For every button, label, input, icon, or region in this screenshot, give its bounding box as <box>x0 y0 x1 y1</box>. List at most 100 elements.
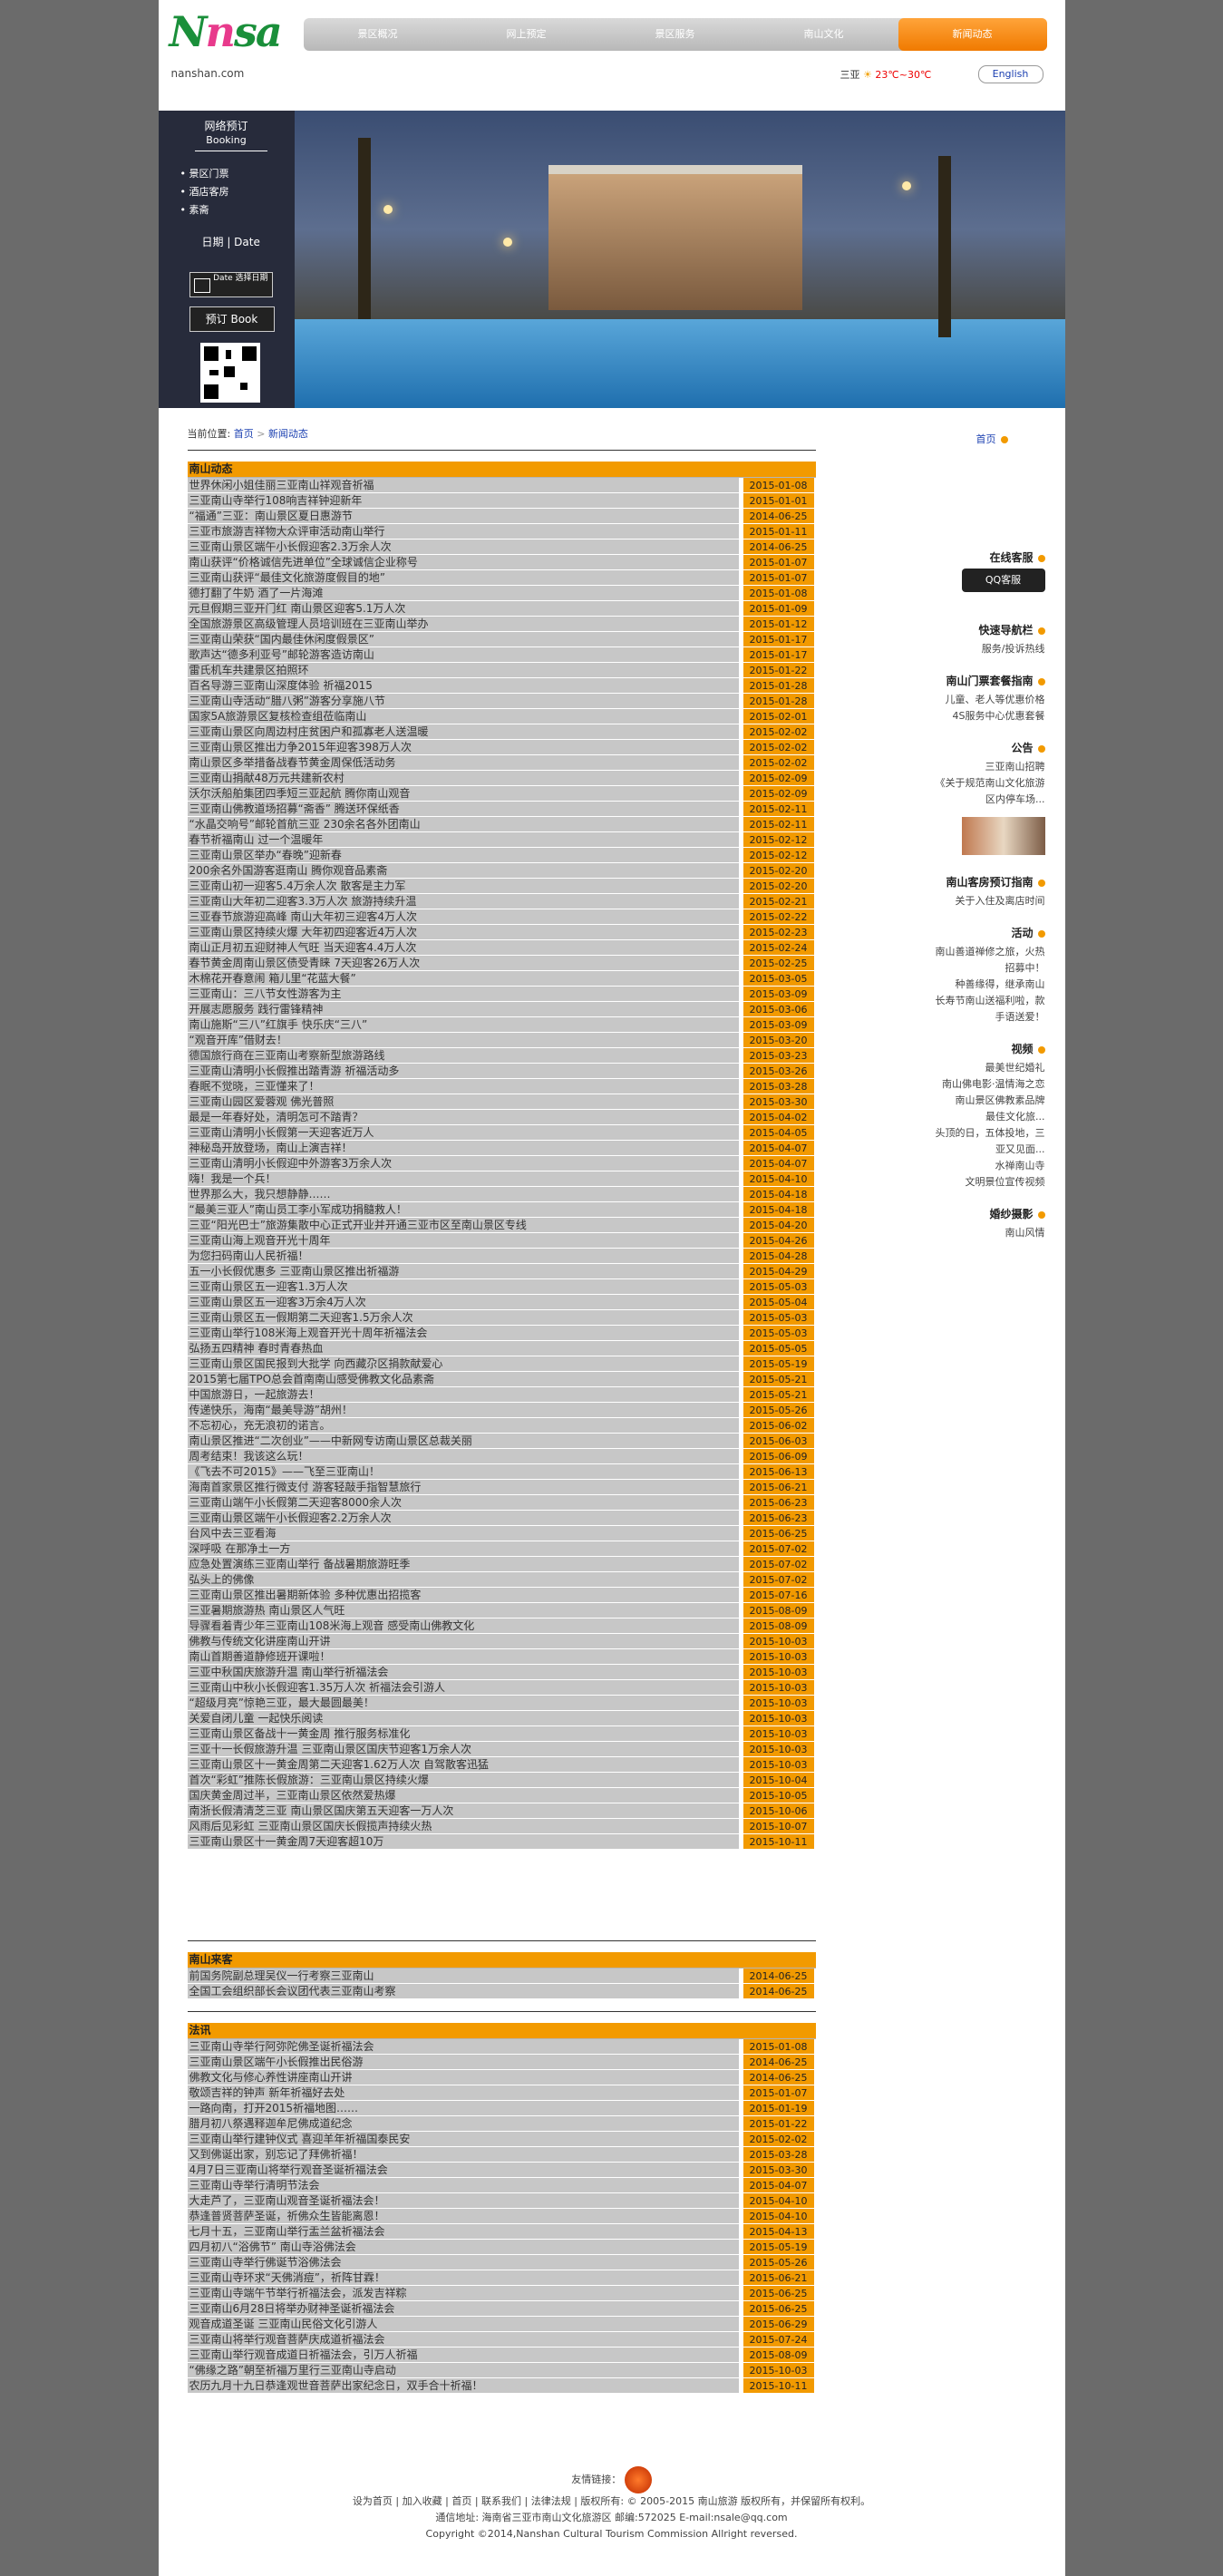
list-item[interactable]: 三亚南山景区五一迎客3万余4万人次 2015-05-04 <box>187 1295 816 1310</box>
item-title[interactable]: 三亚南山获评“最佳文化旅游度假目的地” <box>187 570 739 586</box>
list-item[interactable]: 三亚南山景区持续火爆 大年初四迎客近4万人次 2015-02-23 <box>187 925 816 940</box>
side-link[interactable]: 《关于规范南山文化旅游 <box>848 775 1045 792</box>
list-item[interactable]: 德国旅行商在三亚南山考察新型旅游路线 2015-03-23 <box>187 1048 816 1064</box>
list-item[interactable]: 百名导游三亚南山深度体验 祈福2015 2015-01-28 <box>187 678 816 694</box>
side-link[interactable]: 三亚南山招聘 <box>848 759 1045 775</box>
list-item[interactable]: 台风中去三亚看海 2015-06-25 <box>187 1526 816 1541</box>
list-item[interactable]: 佛教与传统文化讲座南山开讲 2015-10-03 <box>187 1634 816 1649</box>
list-item[interactable]: 南山施斯“三八”红旗手 快乐庆“三八” 2015-03-09 <box>187 1017 816 1033</box>
list-item[interactable]: 三亚南山清明小长假推出踏青游 祈福活动多 2015-03-26 <box>187 1064 816 1079</box>
item-title[interactable]: 五一小长假优惠多 三亚南山景区推出祈福游 <box>187 1264 739 1279</box>
item-title[interactable]: 三亚十一长假旅游升温 三亚南山景区国庆节迎客1万余人次 <box>187 1742 739 1757</box>
list-item[interactable]: 国庆黄金周过半，三亚南山景区依然爱热爆 2015-10-05 <box>187 1788 816 1803</box>
item-title[interactable]: 三亚南山景区十一黄金周第二天迎客1.62万人次 自驾散客迅猛 <box>187 1757 739 1773</box>
item-title[interactable]: 南山景区推进“二次创业”——中新网专访南山景区总裁关丽 <box>187 1434 739 1449</box>
booking-item-vegetarian[interactable]: 素斋 <box>180 201 229 219</box>
list-item[interactable]: 国家5A旅游景区复核检查组莅临南山 2015-02-01 <box>187 709 816 724</box>
item-title[interactable]: 一路向南，打开2015祈福地图…… <box>187 2101 739 2116</box>
item-title[interactable]: 三亚南山清明小长假推出踏青游 祈福活动多 <box>187 1064 739 1079</box>
item-title[interactable]: 三亚南山景区五一迎客1.3万人次 <box>187 1279 739 1295</box>
list-item[interactable]: 又到佛诞出家，别忘记了拜佛祈福！ 2015-03-28 <box>187 2147 816 2163</box>
item-title[interactable]: 导骤看着青少年三亚南山108米海上观音 感受南山佛教文化 <box>187 1619 739 1634</box>
item-title[interactable]: 三亚市旅游吉祥物大众评审活动南山举行 <box>187 524 739 540</box>
item-title[interactable]: 南山施斯“三八”红旗手 快乐庆“三八” <box>187 1017 739 1033</box>
side-link[interactable]: 种善缘得，继承南山 <box>848 977 1045 993</box>
list-item[interactable]: 三亚南山举行108米海上观音开光十周年祈福法会 2015-05-03 <box>187 1326 816 1341</box>
nav-item-service[interactable]: 景区服务 <box>601 18 750 51</box>
list-item[interactable]: 敬颂吉祥的钟声 新年祈福好去处 2015-01-07 <box>187 2085 816 2101</box>
item-title[interactable]: 佛教文化与修心养性讲座南山开讲 <box>187 2070 739 2085</box>
item-title[interactable]: 全国工会组织部长会议团代表三亚南山考察 <box>187 1984 739 1999</box>
item-title[interactable]: 木棉花开春意闹 箱儿里“花蓝大餐” <box>187 971 739 987</box>
side-link[interactable]: 服务/投诉热线 <box>848 641 1045 657</box>
item-title[interactable]: 三亚南山景区备战十一黄金周 推行服务标准化 <box>187 1726 739 1742</box>
item-title[interactable]: “水晶交响号”邮轮首航三亚 230余名各外团南山 <box>187 817 739 832</box>
list-item[interactable]: 海南首家景区推行微支付 游客轻敲手指智慧旅行 2015-06-21 <box>187 1480 816 1495</box>
breadcrumb-current[interactable]: 新闻动态 <box>268 428 308 440</box>
list-item[interactable]: 沃尔沃船舶集团四季短三亚起航 腾你南山观音 2015-02-09 <box>187 786 816 802</box>
list-item[interactable]: 三亚南山景区推出暑期新体验 多种优惠出招揽客 2015-07-16 <box>187 1588 816 1603</box>
list-item[interactable]: 开展志愿服务 践行雷锋精神 2015-03-06 <box>187 1002 816 1017</box>
list-item[interactable]: 三亚南山寺环求“天佛消痘”，祈阵甘霖！ 2015-06-21 <box>187 2270 816 2286</box>
item-title[interactable]: 国庆黄金周过半，三亚南山景区依然爱热爆 <box>187 1788 739 1803</box>
item-title[interactable]: 三亚南山景区端午小长假迎客2.3万余人次 <box>187 540 739 555</box>
item-title[interactable]: 2015第七届TPO总会首南南山感受佛教文化品素斋 <box>187 1372 739 1387</box>
item-title[interactable]: 春眠不觉晓，三亚懂来了！ <box>187 1079 739 1094</box>
side-home-link[interactable]: 首页 <box>976 432 1008 446</box>
list-item[interactable]: 春节黄金周南山景区债受青睐 7天迎客26万人次 2015-02-25 <box>187 956 816 971</box>
item-title[interactable]: 神秘岛开放登场，南山上演吉祥！ <box>187 1141 739 1156</box>
list-item[interactable]: 三亚中秋国庆旅游升温 南山举行祈福法会 2015-10-03 <box>187 1665 816 1680</box>
list-item[interactable]: 最是一年春好处，清明怎可不踏青？ 2015-04-02 <box>187 1110 816 1125</box>
item-title[interactable]: 三亚南山中秋小长假迎客1.35万人次 祈福法会引游人 <box>187 1680 739 1696</box>
list-item[interactable]: “福通”三亚：南山景区夏日惠游节 2014-06-25 <box>187 509 816 524</box>
list-item[interactable]: 三亚市旅游吉祥物大众评审活动南山举行 2015-01-11 <box>187 524 816 540</box>
item-title[interactable]: 三亚南山佛教道场招募“斋香” 腾送环保纸香 <box>187 802 739 817</box>
list-item[interactable]: 南浙长假清清芝三亚 南山景区国庆第五天迎客一万人次 2015-10-06 <box>187 1803 816 1819</box>
item-title[interactable]: 南山首期善道静修班开课啦！ <box>187 1649 739 1665</box>
list-item[interactable]: “观音开库”借财去！ 2015-03-20 <box>187 1033 816 1048</box>
qq-service-button[interactable]: QQ客服 <box>961 569 1045 592</box>
item-title[interactable]: 七月十五，三亚南山举行盂兰盆祈福法会 <box>187 2224 739 2240</box>
item-title[interactable]: “超级月亮”惊艳三亚，最大最圆最美！ <box>187 1696 739 1711</box>
item-title[interactable]: “福通”三亚：南山景区夏日惠游节 <box>187 509 739 524</box>
side-link[interactable]: 文明景位宣传视频 <box>848 1174 1045 1191</box>
item-title[interactable]: 三亚暑期旅游热 南山景区人气旺 <box>187 1603 739 1619</box>
footer-nav[interactable]: 设为首页 | 加入收藏 | 首页 | 联系我们 | 法律法规 | 版权所有: ©… <box>159 2493 1065 2510</box>
item-title[interactable]: 敬颂吉祥的钟声 新年祈福好去处 <box>187 2085 739 2101</box>
list-item[interactable]: 南山景区多举措备战春节黄金周保低活动务 2015-02-02 <box>187 755 816 771</box>
list-item[interactable]: 周考结束！我该这么玩！ 2015-06-09 <box>187 1449 816 1464</box>
list-item[interactable]: 三亚南山初一迎客5.4万余人次 散客是主力军 2015-02-20 <box>187 879 816 894</box>
list-item[interactable]: 三亚春节旅游迎高峰 南山大年初三迎客4万人次 2015-02-22 <box>187 909 816 925</box>
item-title[interactable]: 腊月初八祭遇释迦牟尼佛成道纪念 <box>187 2116 739 2132</box>
list-item[interactable]: 三亚南山将举行观音菩萨庆成道祈福法会 2015-07-24 <box>187 2332 816 2348</box>
side-link[interactable]: 手语送爱！ <box>848 1009 1045 1026</box>
list-item[interactable]: 传递快乐，海南“最美导游”胡州！ 2015-05-26 <box>187 1403 816 1418</box>
side-link[interactable]: 最美世纪婚礼 <box>848 1060 1045 1076</box>
list-item[interactable]: 三亚南山景区备战十一黄金周 推行服务标准化 2015-10-03 <box>187 1726 816 1742</box>
item-title[interactable]: 沃尔沃船舶集团四季短三亚起航 腾你南山观音 <box>187 786 739 802</box>
list-item[interactable]: 三亚南山景区五一迎客1.3万人次 2015-05-03 <box>187 1279 816 1295</box>
book-button[interactable]: 预订 Book <box>189 306 275 332</box>
police-badge-icon[interactable] <box>624 2466 652 2493</box>
list-item[interactable]: 三亚南山捐献48万元共建新农村 2015-02-09 <box>187 771 816 786</box>
side-link[interactable]: 区内停车场... <box>848 792 1045 808</box>
item-title[interactable]: 三亚南山园区爱蓉观 佛光普照 <box>187 1094 739 1110</box>
item-title[interactable]: 200余名外国游客逛南山 腾你观音品素斋 <box>187 863 739 879</box>
list-item[interactable]: 五一小长假优惠多 三亚南山景区推出祈福游 2015-04-29 <box>187 1264 816 1279</box>
item-title[interactable]: 4月7日三亚南山将举行观音圣诞祈福法会 <box>187 2163 739 2178</box>
list-item[interactable]: 南山首期善道静修班开课啦！ 2015-10-03 <box>187 1649 816 1665</box>
item-title[interactable]: 观音成道圣诞 三亚南山民俗文化引游人 <box>187 2317 739 2332</box>
item-title[interactable]: 不忘初心，充无浪初的诺言。 <box>187 1418 739 1434</box>
item-title[interactable]: 风雨后见彩虹 三亚南山景区国庆长假揽声持续火热 <box>187 1819 739 1834</box>
list-item[interactable]: 三亚南山中秋小长假迎客1.35万人次 祈福法会引游人 2015-10-03 <box>187 1680 816 1696</box>
list-item[interactable]: 三亚南山海上观音开光十周年 2015-04-26 <box>187 1233 816 1249</box>
item-title[interactable]: 三亚南山景区五一假期第二天迎客1.5万余人次 <box>187 1310 739 1326</box>
item-title[interactable]: 台风中去三亚看海 <box>187 1526 739 1541</box>
item-title[interactable]: 应急处置演练三亚南山举行 备战暑期旅游旺季 <box>187 1557 739 1572</box>
side-link[interactable]: 最佳文化旅... <box>848 1109 1045 1125</box>
list-item[interactable]: 嗨！我是一个兵！ 2015-04-10 <box>187 1171 816 1187</box>
item-title[interactable]: 南浙长假清清芝三亚 南山景区国庆第五天迎客一万人次 <box>187 1803 739 1819</box>
list-item[interactable]: 200余名外国游客逛南山 腾你观音品素斋 2015-02-20 <box>187 863 816 879</box>
item-title[interactable]: 元旦假期三亚开门红 南山景区迎客5.1万人次 <box>187 601 739 617</box>
item-title[interactable]: 三亚南山景区举办“春晚”迎新春 <box>187 848 739 863</box>
